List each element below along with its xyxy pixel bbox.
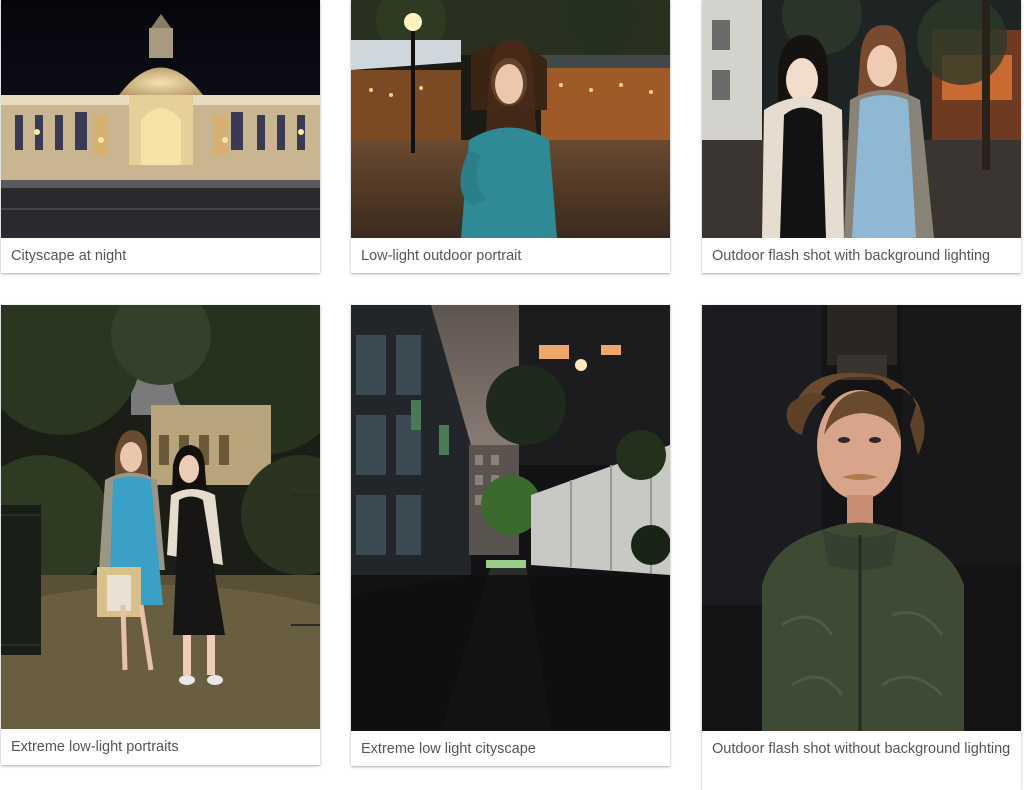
- gallery-card[interactable]: Outdoor flash shot without background li…: [702, 305, 1021, 790]
- photo-extreme-low-light-cityscape[interactable]: [351, 305, 670, 731]
- photo-caption: Outdoor flash shot without background li…: [712, 741, 1011, 757]
- photo-caption: Cityscape at night: [11, 248, 127, 264]
- gallery-card[interactable]: Low-light outdoor portrait: [351, 0, 670, 273]
- gallery-card[interactable]: Extreme low-light portraits: [1, 305, 320, 765]
- gallery-card[interactable]: Cityscape at night: [1, 0, 320, 273]
- gallery-card[interactable]: Extreme low light cityscape: [351, 305, 670, 766]
- photo-low-light-outdoor-portrait[interactable]: [351, 0, 670, 238]
- photo-extreme-low-light-portraits[interactable]: [1, 305, 320, 729]
- photo-caption: Extreme low light cityscape: [361, 741, 536, 757]
- photo-outdoor-flash-without-background[interactable]: [702, 305, 1021, 731]
- gallery-card[interactable]: Outdoor flash shot with background light…: [702, 0, 1021, 273]
- photo-caption: Outdoor flash shot with background light…: [712, 248, 991, 264]
- photo-outdoor-flash-with-background[interactable]: [702, 0, 1021, 238]
- photo-cityscape-at-night[interactable]: [1, 0, 320, 238]
- photo-caption: Extreme low-light portraits: [11, 739, 179, 755]
- photo-caption: Low-light outdoor portrait: [361, 248, 522, 264]
